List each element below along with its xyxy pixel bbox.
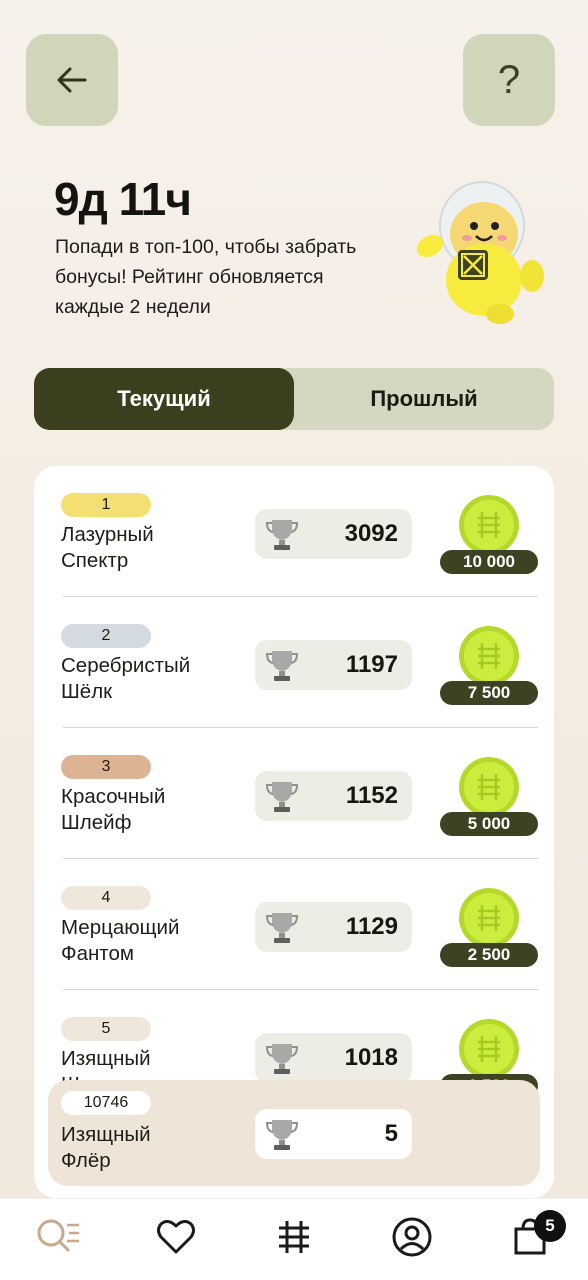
period-tabs: Текущий Прошлый <box>34 368 554 430</box>
coin-icon <box>459 888 519 948</box>
heart-icon <box>157 1219 195 1254</box>
reward-amount: 5 000 <box>440 812 538 836</box>
countdown-timer: 9д 11ч <box>54 173 192 225</box>
score-box: 1018 <box>255 1033 412 1083</box>
rank-badge: 1 <box>61 493 151 517</box>
current-user-row[interactable]: 10746 Изящный Флёр 5 <box>48 1080 540 1186</box>
nav-loyalty[interactable] <box>270 1213 318 1261</box>
trophy-icon <box>265 520 299 550</box>
trophy-icon <box>265 651 299 681</box>
player-name: Серебристый Шёлк <box>61 654 191 703</box>
rank-badge: 2 <box>61 624 151 648</box>
leaderboard-row[interactable]: 1 Лазурный Спектр 3092 10 000 <box>34 466 554 597</box>
trophy-icon <box>265 1120 299 1150</box>
tab-previous[interactable]: Прошлый <box>294 368 554 430</box>
user-score-box: 5 <box>255 1109 412 1159</box>
leaderboard-row[interactable]: 4 Мерцающий Фантом 1129 2 500 <box>34 859 554 990</box>
loyalty-coin-icon <box>279 1221 309 1253</box>
rank-badge: 4 <box>61 886 151 910</box>
score-value: 1152 <box>345 782 398 809</box>
nav-catalog[interactable] <box>34 1213 82 1261</box>
score-value: 1129 <box>345 913 398 940</box>
nav-favorites[interactable] <box>152 1213 200 1261</box>
score-value: 1197 <box>345 651 398 678</box>
score-value: 1018 <box>344 1044 398 1071</box>
player-name: Лазурный Спектр <box>61 523 154 572</box>
leaderboard-row[interactable]: 3 Красочный Шлейф 1152 5 000 <box>34 728 554 859</box>
rating-description: Попади в топ-100, чтобы забрать бонусы! … <box>55 236 357 318</box>
profile-icon <box>392 1217 432 1257</box>
rank-badge: 3 <box>61 755 151 779</box>
score-value: 3092 <box>344 520 398 547</box>
coin-icon <box>459 495 519 555</box>
score-box: 3092 <box>255 509 412 559</box>
user-rank-badge: 10746 <box>61 1091 151 1115</box>
user-name: Изящный Флёр <box>61 1123 151 1172</box>
tab-current[interactable]: Текущий <box>34 368 294 430</box>
reward-amount: 7 500 <box>440 681 538 705</box>
coin-icon <box>459 626 519 686</box>
trophy-icon <box>265 913 299 943</box>
help-button[interactable]: ? <box>463 34 555 126</box>
reward-amount: 2 500 <box>440 943 538 967</box>
user-score-value: 5 <box>384 1120 398 1147</box>
player-name: Мерцающий Фантом <box>61 916 180 965</box>
player-name: Красочный Шлейф <box>61 785 166 834</box>
arrow-left-icon <box>57 67 87 93</box>
rank-badge: 5 <box>61 1017 151 1041</box>
score-box: 1197 <box>255 640 412 690</box>
trophy-icon <box>265 1044 299 1074</box>
score-box: 1129 <box>255 902 412 952</box>
nav-profile[interactable] <box>388 1213 436 1261</box>
back-button[interactable] <box>26 34 118 126</box>
trophy-icon <box>265 782 299 812</box>
score-box: 1152 <box>255 771 412 821</box>
mascot-illustration <box>416 181 544 324</box>
reward-amount: 10 000 <box>440 550 538 574</box>
coin-icon <box>459 1019 519 1079</box>
cart-count-badge: 5 <box>534 1210 566 1242</box>
bottom-navbar <box>0 1198 588 1280</box>
coin-icon <box>459 757 519 817</box>
question-mark-icon: ? <box>497 57 521 102</box>
search-catalog-icon <box>37 1219 79 1252</box>
leaderboard-row[interactable]: 2 Серебристый Шёлк 1197 7 500 <box>34 597 554 728</box>
